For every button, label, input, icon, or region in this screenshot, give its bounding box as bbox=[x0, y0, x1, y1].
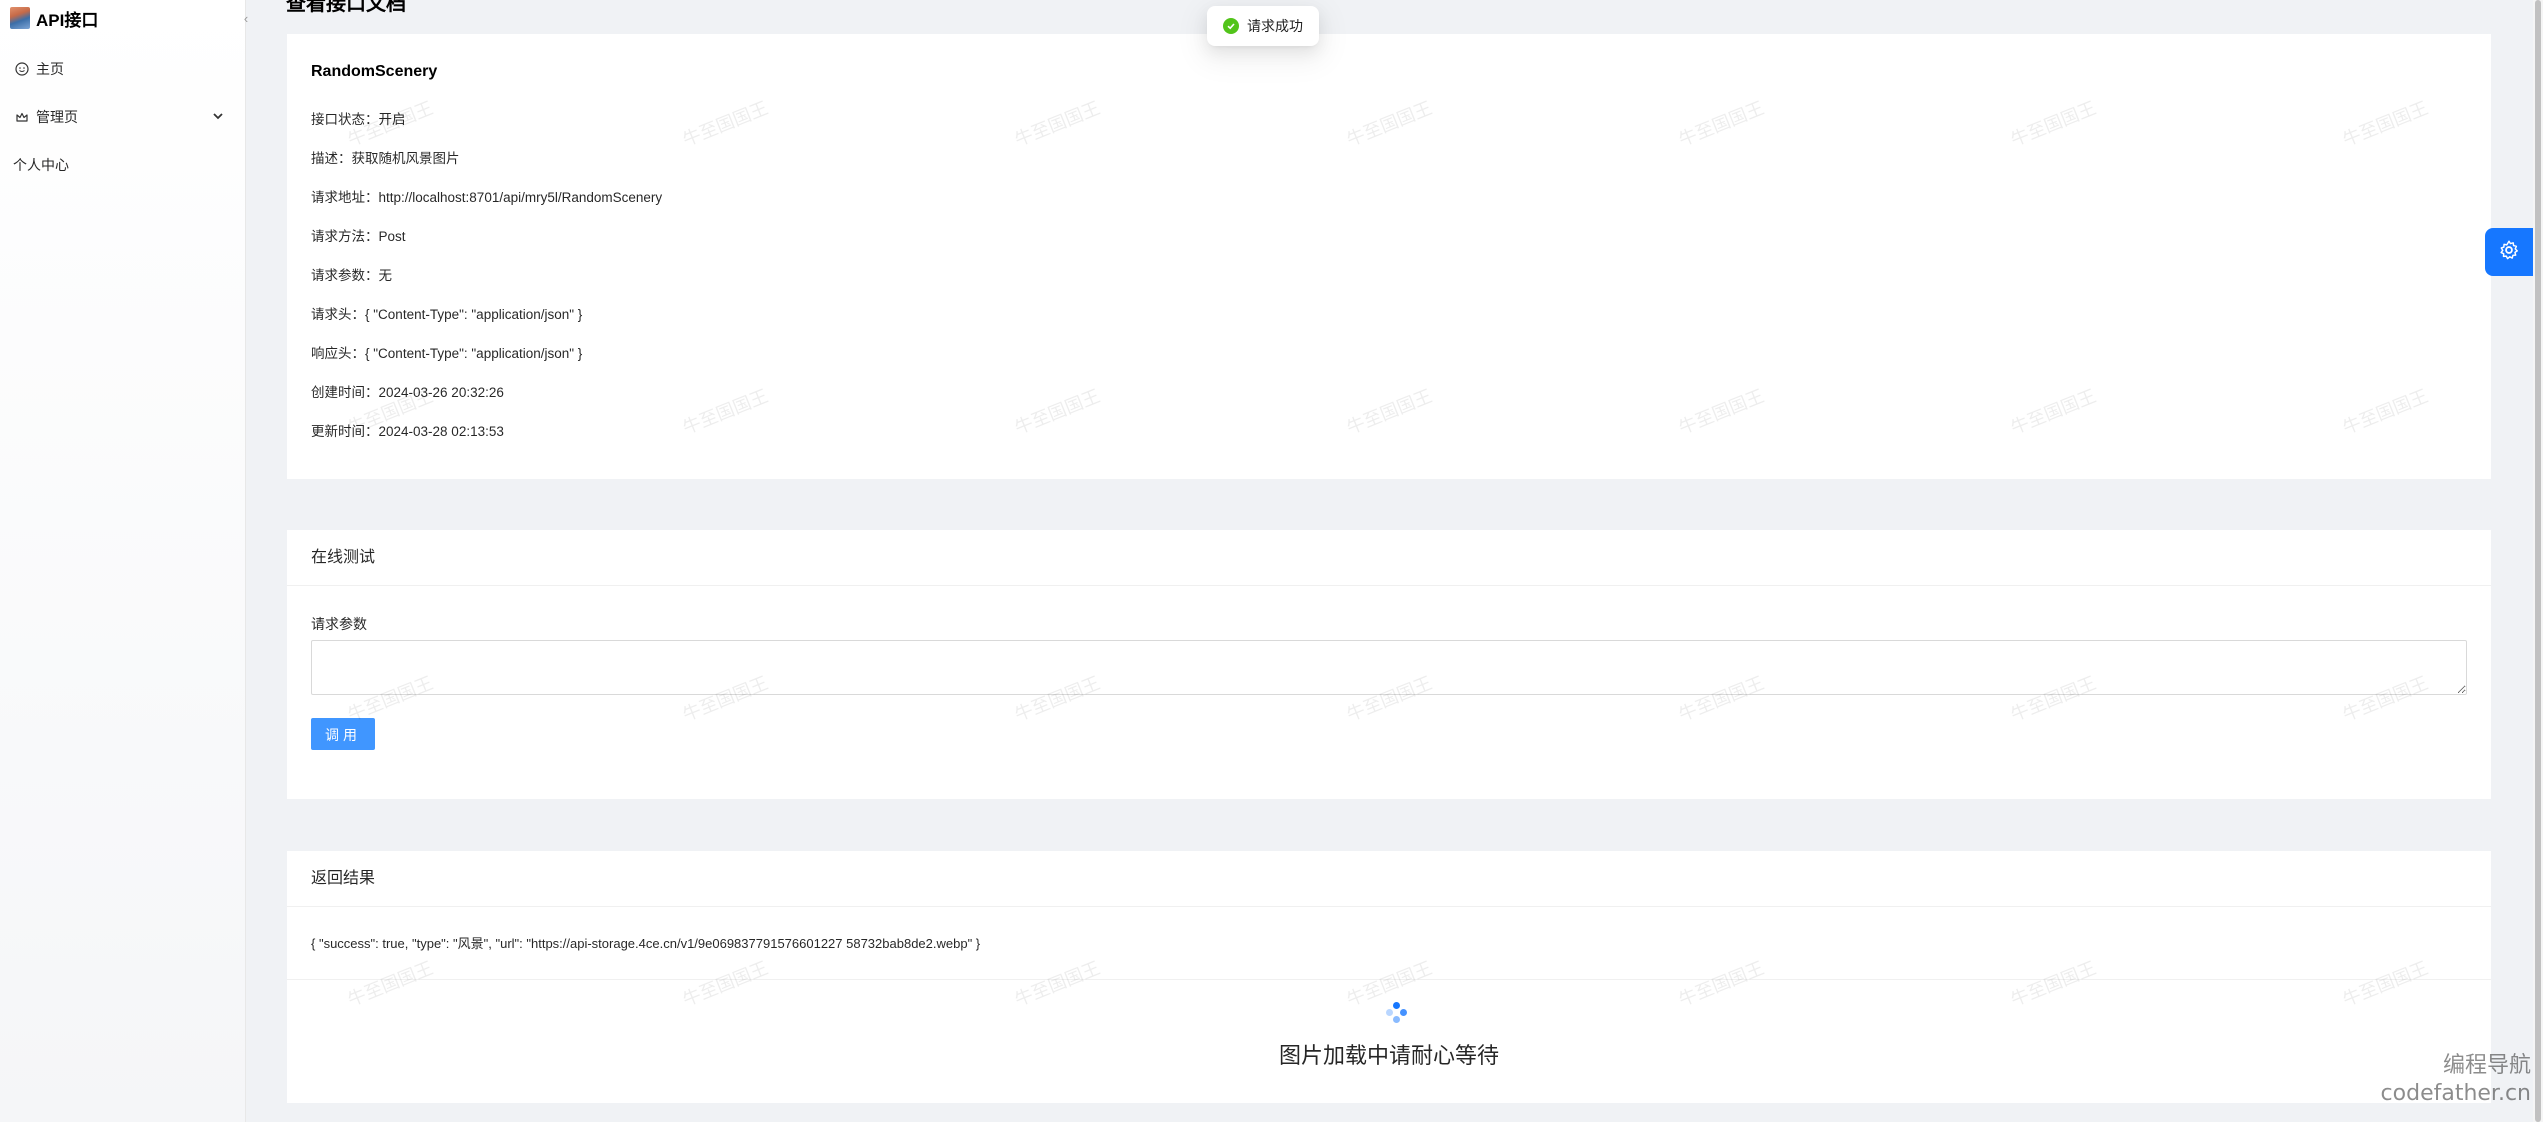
result-image-area: 图片加载中请耐心等待 bbox=[287, 979, 2491, 1101]
app-title: API接口 bbox=[36, 10, 99, 30]
api-doc-card: RandomScenery 接口状态：开启 描述：获取随机风景图片 请求地址：h… bbox=[287, 34, 2491, 479]
api-name: RandomScenery bbox=[311, 63, 438, 80]
sidebar-item-admin[interactable]: 管理页 bbox=[14, 107, 224, 127]
desc-row-description: 描述：获取随机风景图片 bbox=[311, 151, 460, 166]
page-title: 查看接口文档 bbox=[286, 0, 406, 15]
check-circle-icon bbox=[1223, 18, 1239, 34]
app-logo[interactable]: API接口 bbox=[10, 4, 98, 32]
desc-row-created: 创建时间：2024-03-26 20:32:26 bbox=[311, 385, 504, 400]
desc-row-request-header: 请求头：{ "Content-Type": "application/json"… bbox=[311, 307, 583, 322]
crown-icon bbox=[14, 109, 30, 125]
settings-button[interactable] bbox=[2485, 228, 2533, 276]
logo-image bbox=[10, 7, 30, 29]
result-card: 返回结果 { "success": true, "type": "风景", "u… bbox=[287, 851, 2491, 1103]
online-test-card: 在线测试 请求参数 调用 bbox=[287, 530, 2491, 799]
loading-text: 图片加载中请耐心等待 bbox=[1278, 1043, 1499, 1068]
desc-row-url: 请求地址：http://localhost:8701/api/mry5l/Ran… bbox=[311, 190, 663, 205]
sidebar: API接口 ‹ 主页 管理页 个人中心 bbox=[0, 0, 248, 1122]
result-title: 返回结果 bbox=[287, 851, 2491, 907]
corner-watermark: 编程导航 codefather.cn bbox=[2380, 1053, 2531, 1106]
collapse-sidebar-button[interactable]: ‹ bbox=[238, 10, 254, 28]
result-json: { "success": true, "type": "风景", "url": … bbox=[311, 936, 981, 951]
desc-row-method: 请求方法：Post bbox=[311, 229, 406, 244]
request-params-label: 请求参数 bbox=[311, 616, 367, 632]
loading-spinner-icon bbox=[1386, 1002, 1408, 1024]
gear-icon bbox=[2498, 239, 2520, 266]
scrollbar-thumb[interactable] bbox=[2535, 0, 2541, 1122]
desc-row-updated: 更新时间：2024-03-28 02:13:53 bbox=[311, 424, 504, 439]
sidebar-item-label: 管理页 bbox=[36, 109, 78, 125]
desc-row-status: 接口状态：开启 bbox=[311, 112, 406, 127]
sidebar-item-profile[interactable]: 个人中心 bbox=[13, 155, 223, 175]
sidebar-item-home[interactable]: 主页 bbox=[14, 59, 224, 79]
smile-icon bbox=[14, 61, 30, 77]
request-params-input[interactable] bbox=[311, 640, 2467, 695]
sidebar-item-label: 个人中心 bbox=[13, 157, 69, 173]
chevron-down-icon bbox=[212, 107, 224, 128]
desc-row-params: 请求参数：无 bbox=[311, 268, 392, 283]
sidebar-item-label: 主页 bbox=[36, 61, 64, 77]
success-toast: 请求成功 bbox=[1207, 6, 1319, 46]
toast-message: 请求成功 bbox=[1247, 18, 1303, 34]
desc-row-response-header: 响应头：{ "Content-Type": "application/json"… bbox=[311, 346, 583, 361]
online-test-title: 在线测试 bbox=[287, 530, 2491, 586]
invoke-button[interactable]: 调用 bbox=[311, 718, 375, 750]
